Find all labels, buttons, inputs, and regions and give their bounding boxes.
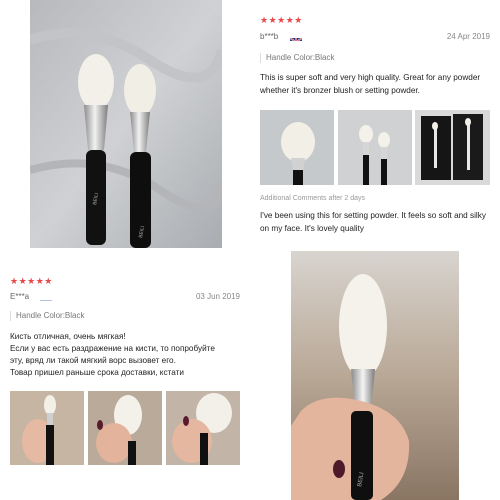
additional-comment-text: I've been using this for setting powder.… xyxy=(260,211,486,233)
review-thumbnail[interactable] xyxy=(10,391,84,465)
rating-stars: ★★★★★ xyxy=(10,276,53,286)
review-photo-two-brushes[interactable]: BEILI BEILI xyxy=(30,0,222,248)
review-text-line: эту, вряд ли такой мягкий ворс вызовет е… xyxy=(10,356,176,365)
reviewer-name: b***b xyxy=(260,32,279,41)
review-thumbnail[interactable] xyxy=(338,110,412,185)
review-date: 24 Apr 2019 xyxy=(446,32,490,41)
review-text-line: Товар пришел раньше срока доставки, кста… xyxy=(10,368,184,377)
review-thumbnail[interactable] xyxy=(166,391,240,465)
review-thumbnail[interactable] xyxy=(415,110,490,185)
russia-flag-icon xyxy=(40,293,52,301)
handle-color-option: Handle Color:Black xyxy=(10,311,84,321)
uk-flag-icon xyxy=(290,33,302,41)
rating-stars: ★★★★★ xyxy=(260,15,303,25)
review-photo-hand-holding-brush[interactable]: BEILI xyxy=(291,251,459,500)
review-thumbnail[interactable] xyxy=(260,110,334,185)
reviewer-name: E***a xyxy=(10,292,30,301)
review-thumbnail[interactable] xyxy=(88,391,162,465)
review-text-line: Кисть отличная, очень мягкая! xyxy=(10,332,126,341)
review-date: 03 Jun 2019 xyxy=(195,292,240,301)
review-text: This is super soft and very high quality… xyxy=(260,73,481,95)
handle-color-option: Handle Color:Black xyxy=(260,53,334,63)
review-text-line: Если у вас есть раздражение на кисти, то… xyxy=(10,344,215,353)
additional-comments-label: Additional Comments after 2 days xyxy=(260,195,366,202)
